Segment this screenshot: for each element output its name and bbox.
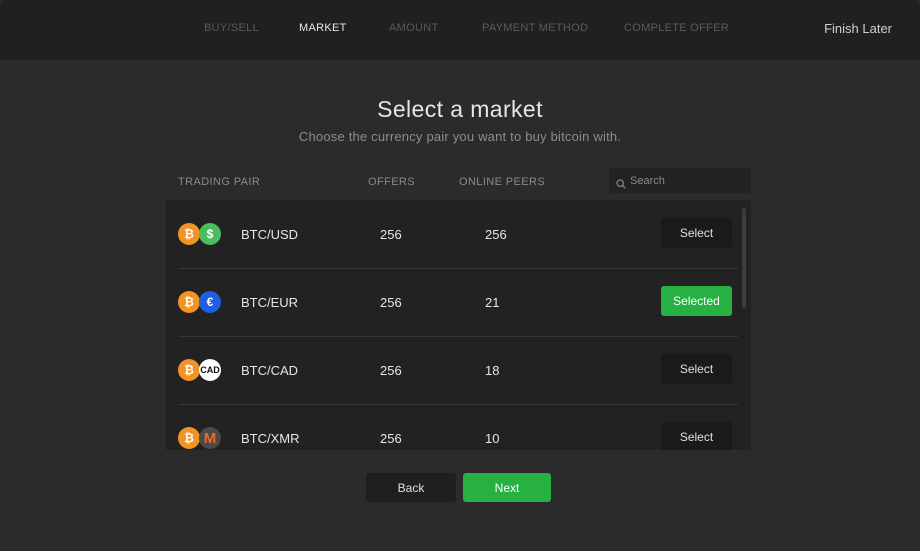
- step-amount: AMOUNT: [389, 22, 439, 34]
- app-window: BUY/SELL MARKET AMOUNT PAYMENT METHOD CO…: [0, 0, 920, 551]
- offers-count: 256: [380, 431, 402, 446]
- online-peers-count: 21: [485, 295, 500, 310]
- online-peers-count: 256: [485, 227, 507, 242]
- trading-pair: BTC/EUR: [241, 295, 299, 310]
- table-scrollbar[interactable]: [742, 208, 746, 308]
- column-header-trading-pair: TRADING PAIR: [178, 176, 261, 188]
- select-button[interactable]: Select: [661, 422, 732, 450]
- select-button[interactable]: Select: [661, 218, 732, 248]
- table-row: ₿ € BTC/EUR 256 21 Selected: [178, 268, 738, 337]
- trading-pair: BTC/XMR: [241, 431, 300, 446]
- usd-icon: $: [199, 223, 221, 245]
- trading-pair: BTC/CAD: [241, 363, 299, 378]
- top-bar: BUY/SELL MARKET AMOUNT PAYMENT METHOD CO…: [0, 0, 920, 60]
- search-input[interactable]: [630, 174, 740, 187]
- finish-later-link[interactable]: Finish Later: [824, 21, 892, 36]
- eur-icon: €: [199, 291, 221, 313]
- back-button[interactable]: Back: [366, 473, 456, 502]
- step-complete-offer: COMPLETE OFFER: [624, 22, 730, 34]
- btc-icon: ₿: [178, 359, 200, 381]
- btc-icon: ₿: [178, 427, 200, 449]
- cad-icon: CAD: [199, 359, 221, 381]
- next-button[interactable]: Next: [463, 473, 551, 502]
- wizard-steps: BUY/SELL MARKET AMOUNT PAYMENT METHOD CO…: [0, 22, 920, 38]
- selected-button[interactable]: Selected: [661, 286, 732, 316]
- step-payment-method: PAYMENT METHOD: [482, 22, 589, 34]
- search-icon: [616, 176, 626, 189]
- page-title: Select a market: [377, 96, 543, 122]
- column-header-online-peers: ONLINE PEERS: [459, 176, 546, 188]
- column-header-offers: OFFERS: [368, 176, 416, 188]
- online-peers-count: 18: [485, 363, 500, 378]
- table-row: ₿ M BTC/XMR 256 10 Select: [178, 404, 738, 450]
- online-peers-count: 10: [485, 431, 500, 446]
- offers-count: 256: [380, 295, 402, 310]
- trading-pair: BTC/USD: [241, 227, 299, 242]
- market-table: ₿ $ BTC/USD 256 256 Select ₿ € BTC/EUR 2…: [166, 200, 751, 450]
- offers-count: 256: [380, 227, 402, 242]
- btc-icon: ₿: [178, 223, 200, 245]
- xmr-icon: M: [199, 427, 221, 449]
- table-row: ₿ $ BTC/USD 256 256 Select: [178, 200, 738, 269]
- step-buy-sell: BUY/SELL: [204, 22, 259, 34]
- page-subtitle: Choose the currency pair you want to buy…: [298, 129, 622, 144]
- table-row: ₿ CAD BTC/CAD 256 18 Select: [178, 336, 738, 405]
- btc-icon: ₿: [178, 291, 200, 313]
- select-button[interactable]: Select: [661, 354, 732, 384]
- offers-count: 256: [380, 363, 402, 378]
- search-box[interactable]: [609, 168, 751, 193]
- step-market: MARKET: [299, 22, 347, 34]
